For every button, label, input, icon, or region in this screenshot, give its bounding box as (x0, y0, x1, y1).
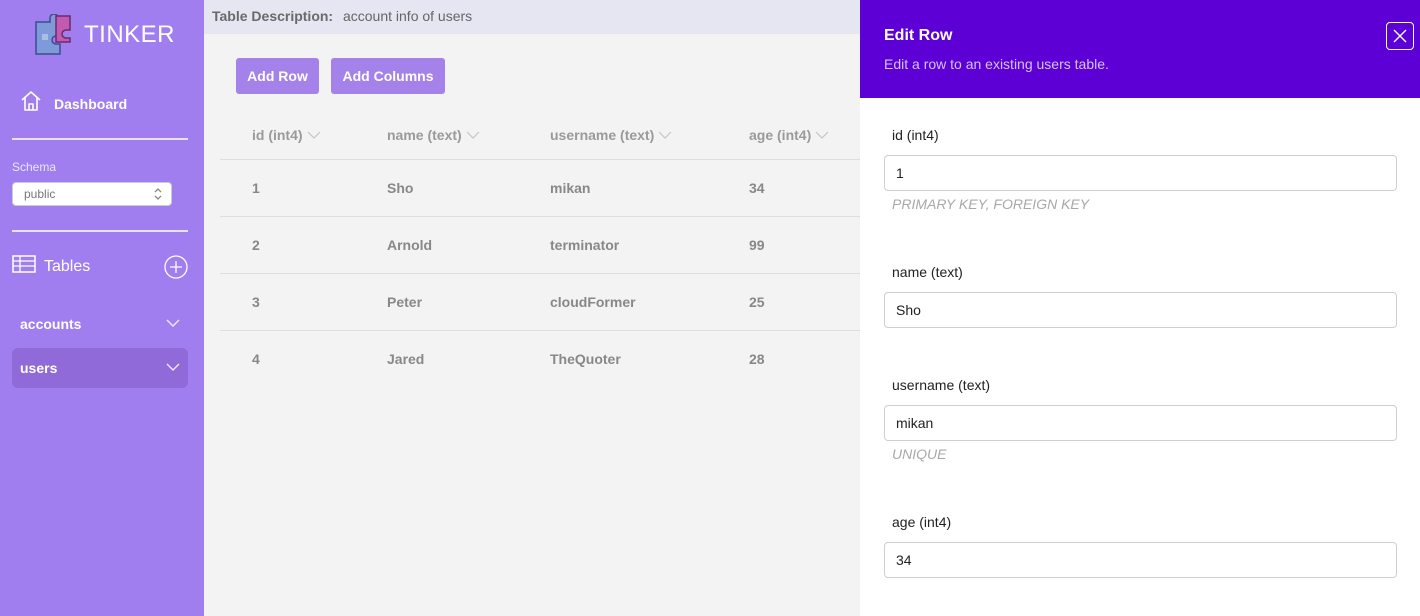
data-table: id (int4) name (text) username (text) ag… (220, 112, 860, 388)
main-content: Table Description: account info of users… (204, 0, 860, 616)
home-icon (20, 90, 42, 117)
table-cell: Jared (387, 351, 425, 367)
sidebar: TINKER Dashboard Schema public Tables ac… (0, 0, 204, 616)
nav-dashboard[interactable]: Dashboard (20, 90, 127, 117)
panel-title: Edit Row (884, 27, 953, 44)
schema-select-value: public (24, 187, 56, 201)
puzzle-logo-icon (34, 13, 76, 56)
field-hint-id: PRIMARY KEY, FOREIGN KEY (892, 196, 1090, 212)
field-hint-username: UNIQUE (892, 446, 947, 462)
nav-dashboard-label: Dashboard (54, 95, 128, 112)
sidebar-item-accounts[interactable]: accounts (12, 304, 188, 344)
table-cell: 3 (252, 294, 260, 310)
table-cell: Arnold (387, 237, 433, 253)
table-description-value: account info of users (342, 8, 473, 24)
table-cell: 28 (749, 351, 765, 367)
table-description-label: Table Description: (212, 8, 334, 24)
name-input[interactable] (884, 292, 1397, 328)
id-input[interactable] (884, 155, 1397, 191)
column-header-name[interactable]: name (text) (387, 127, 480, 143)
schema-label: Schema (12, 160, 57, 174)
tables-label: Tables (44, 257, 91, 275)
column-header-label: age (int4) (749, 127, 812, 143)
edit-row-panel: Edit Row Edit a row to an existing users… (860, 0, 1420, 616)
sidebar-item-label: accounts (20, 316, 82, 332)
table-cell: 4 (252, 351, 260, 367)
sidebar-item-label: users (20, 360, 58, 376)
chevron-down-icon (166, 363, 180, 371)
sort-chevron-icon (658, 131, 672, 139)
table-row[interactable]: 2 Arnold terminator 99 (220, 217, 860, 274)
table-cell: mikan (550, 180, 591, 196)
plus-circle-icon[interactable] (164, 255, 188, 279)
table-icon (12, 254, 36, 279)
table-cell: 2 (252, 237, 260, 253)
field-label-id: id (int4) (892, 127, 939, 143)
column-header-label: id (int4) (252, 127, 303, 143)
sort-chevron-icon (815, 131, 829, 139)
panel-subtitle: Edit a row to an existing users table. (884, 56, 1109, 72)
table-cell: Peter (387, 294, 423, 310)
table-cell: 34 (749, 180, 765, 196)
close-icon (1393, 29, 1407, 43)
table-cell: TheQuoter (550, 351, 621, 367)
column-header-id[interactable]: id (int4) (252, 127, 321, 143)
panel-header: Edit Row Edit a row to an existing users… (860, 0, 1420, 98)
table-cell: 1 (252, 180, 260, 196)
column-header-username[interactable]: username (text) (550, 127, 672, 143)
sidebar-divider (12, 230, 188, 232)
sort-chevron-icon (466, 131, 480, 139)
sidebar-item-users[interactable]: users (12, 348, 188, 388)
column-header-label: username (text) (550, 127, 655, 143)
table-description-bar: Table Description: account info of users (204, 0, 860, 34)
column-header-age[interactable]: age (int4) (749, 127, 829, 143)
field-label-name: name (text) (892, 264, 963, 280)
table-cell: terminator (550, 237, 620, 253)
chevron-updown-icon (154, 188, 162, 200)
table-row[interactable]: 4 Jared TheQuoter 28 (220, 331, 860, 388)
table-cell: 25 (749, 294, 765, 310)
table-row[interactable]: 1 Sho mikan 34 (220, 160, 860, 217)
field-label-age: age (int4) (892, 514, 952, 530)
close-button[interactable] (1386, 22, 1414, 50)
sidebar-divider (12, 138, 188, 140)
app-logo[interactable]: TINKER (34, 13, 176, 56)
schema-select[interactable]: public (12, 182, 172, 206)
add-row-button[interactable]: Add Row (236, 58, 319, 94)
age-input[interactable] (884, 542, 1397, 578)
add-columns-button[interactable]: Add Columns (331, 58, 445, 94)
app-name: TINKER (84, 21, 176, 48)
table-cell: Sho (387, 180, 414, 196)
sort-chevron-icon (307, 131, 320, 139)
column-header-label: name (text) (387, 127, 462, 143)
table-row[interactable]: 3 Peter cloudFormer 25 (220, 274, 860, 331)
chevron-down-icon (166, 319, 180, 327)
field-label-username: username (text) (892, 377, 991, 393)
username-input[interactable] (884, 405, 1397, 441)
table-header: id (int4) name (text) username (text) ag… (220, 112, 860, 160)
table-cell: 99 (749, 237, 765, 253)
table-cell: cloudFormer (550, 294, 636, 310)
tables-header: Tables (12, 254, 188, 279)
